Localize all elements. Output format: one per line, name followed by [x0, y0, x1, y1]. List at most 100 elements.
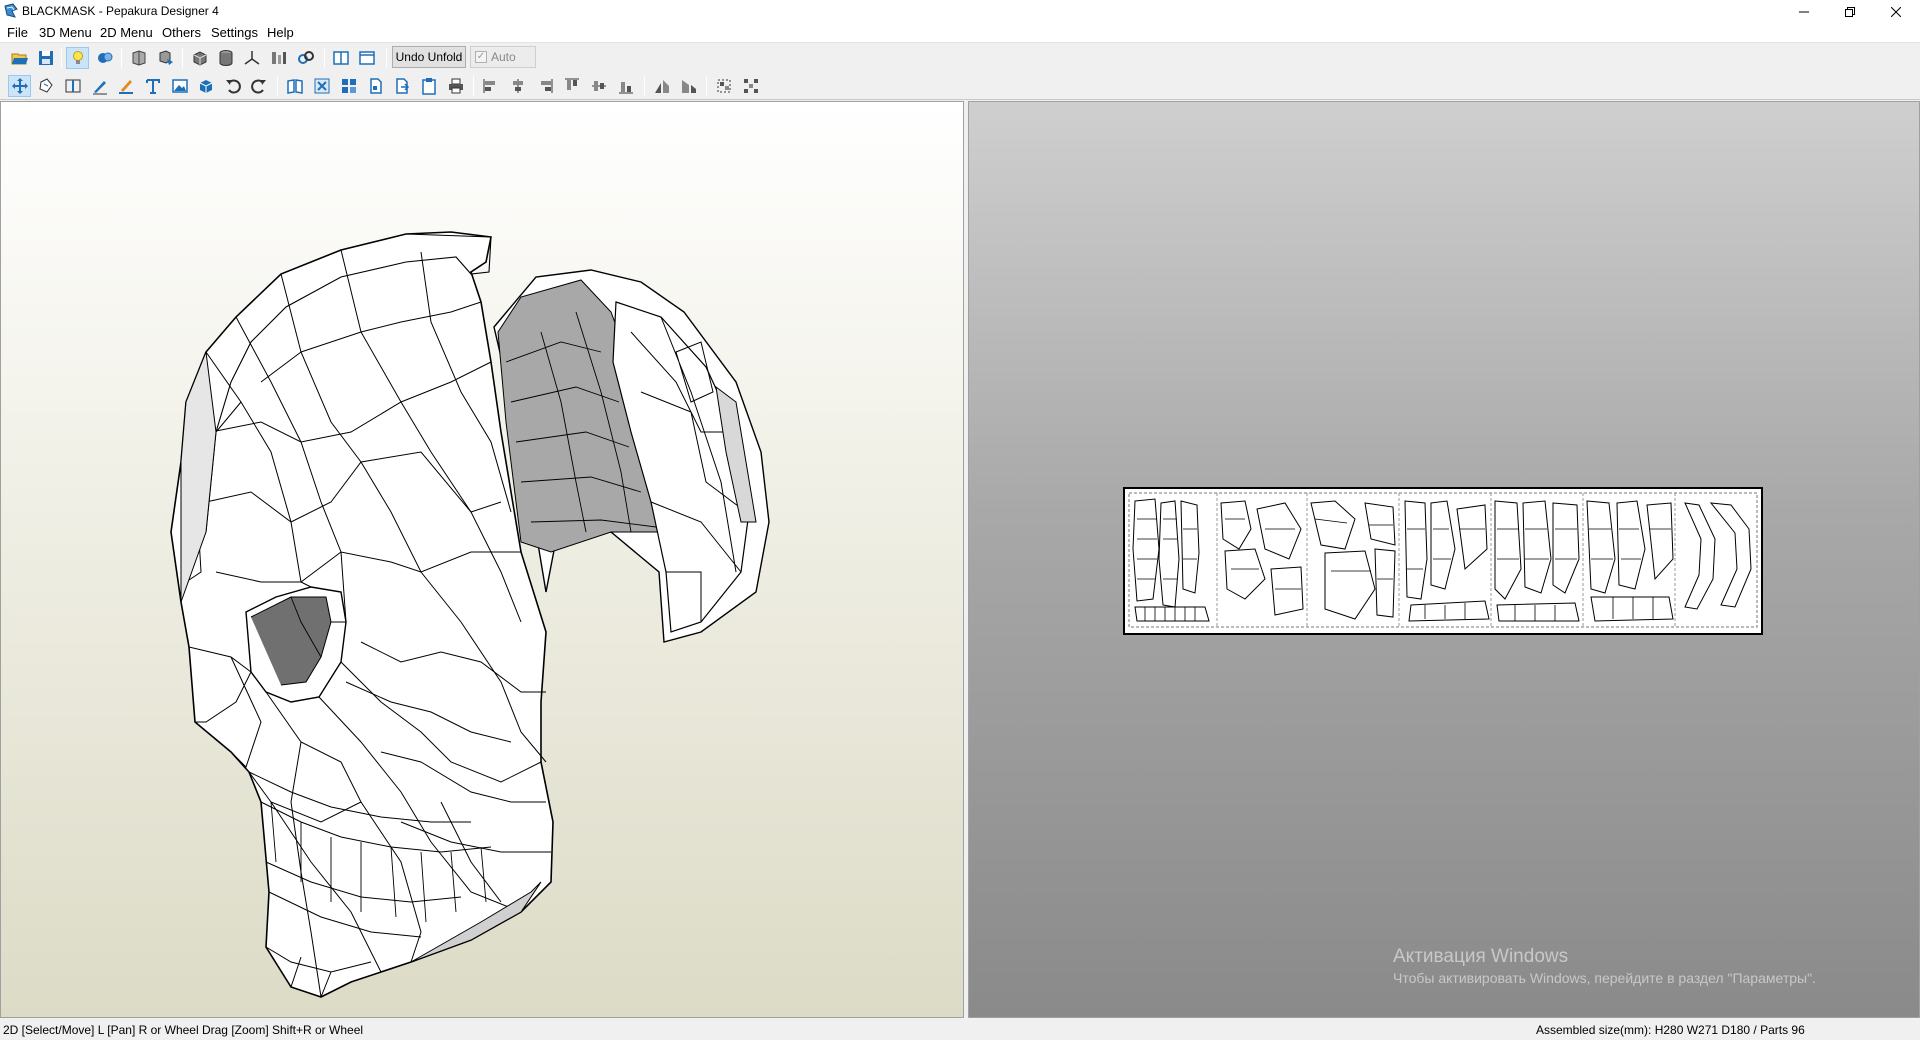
single-view-icon — [358, 51, 375, 65]
same-height-button[interactable] — [677, 75, 700, 97]
menu-2d[interactable]: 2D Menu — [100, 25, 153, 40]
align-center-v-button[interactable] — [587, 75, 610, 97]
export-button[interactable] — [390, 75, 413, 97]
page-setup-button[interactable] — [364, 75, 387, 97]
undo-unfold-button[interactable]: Undo Unfold — [392, 46, 466, 68]
print-button[interactable] — [444, 75, 467, 97]
clipboard-button[interactable] — [417, 75, 440, 97]
text-tool-button[interactable] — [141, 75, 164, 97]
close-button[interactable] — [1873, 0, 1919, 23]
unfold-button[interactable] — [127, 47, 150, 69]
auto-checkbox[interactable]: ✓ Auto — [470, 46, 536, 68]
image-icon — [171, 79, 188, 93]
open-book-button[interactable] — [283, 75, 306, 97]
restore-button[interactable] — [1827, 0, 1873, 23]
align-center-h-icon — [512, 79, 523, 93]
status-hint: 2D [Select/Move] L [Pan] R or Wheel Drag… — [3, 1023, 364, 1037]
texture-icon — [97, 52, 112, 63]
save-button[interactable] — [34, 47, 57, 69]
axis-button[interactable] — [240, 47, 263, 69]
status-assembled-size: Assembled size(mm): H280 W271 D180 / Par… — [1536, 1023, 1805, 1037]
minimize-button[interactable] — [1781, 0, 1827, 23]
rotate-part-button[interactable] — [34, 75, 57, 97]
page-icon — [369, 78, 382, 94]
cylinder-icon — [219, 50, 232, 66]
link-button[interactable] — [294, 47, 317, 69]
fold-line-button[interactable] — [88, 75, 111, 97]
flap-pencil-icon — [118, 80, 133, 94]
scale-icon — [271, 52, 286, 64]
menu-3d[interactable]: 3D Menu — [39, 25, 92, 40]
menu-others[interactable]: Others — [162, 25, 201, 40]
flap-button[interactable] — [114, 75, 137, 97]
align-bottom-icon — [618, 82, 633, 94]
book-icon — [286, 79, 303, 94]
layout-split-button[interactable] — [329, 47, 352, 69]
toolbar-main: Undo Unfold ✓ Auto — [0, 44, 1920, 72]
primitive-cube-button[interactable] — [188, 47, 211, 69]
align-left-icon — [483, 79, 495, 93]
box-icon — [199, 80, 212, 93]
align-bottom-button[interactable] — [614, 75, 637, 97]
layout-single-button[interactable] — [355, 47, 378, 69]
unfolded-paper-sheet[interactable] — [1123, 487, 1763, 635]
minimize-icon — [1799, 11, 1809, 12]
group-icon — [717, 79, 730, 93]
align-top-button[interactable] — [560, 75, 583, 97]
windows-activation-watermark: Активация Windows Чтобы активировать Win… — [1393, 946, 1816, 986]
export-icon — [395, 78, 409, 94]
same-width-icon — [654, 80, 669, 93]
menu-bar: File 3D Menu 2D Menu Others Settings Hel… — [0, 23, 1920, 43]
group-button[interactable] — [712, 75, 735, 97]
arrange-icon — [314, 78, 329, 94]
folder-open-icon — [11, 53, 28, 65]
text-icon — [145, 79, 160, 94]
undo-button[interactable] — [221, 75, 244, 97]
scale-button[interactable] — [267, 47, 290, 69]
watermark-title: Активация Windows — [1393, 946, 1569, 967]
light-toggle-button[interactable] — [66, 47, 89, 69]
ungroup-button[interactable] — [739, 75, 762, 97]
pencil-line-icon — [92, 81, 107, 95]
redo-button[interactable] — [247, 75, 270, 97]
restore-icon — [1845, 6, 1855, 17]
unfolded-parts-pattern — [1128, 492, 1758, 628]
align-left-button[interactable] — [479, 75, 502, 97]
grid-pages-icon — [341, 79, 356, 93]
link-icon — [297, 51, 314, 64]
join-edge-icon — [65, 79, 80, 93]
primitive-cylinder-button[interactable] — [214, 47, 237, 69]
close-icon — [1891, 6, 1901, 17]
join-edge-button[interactable] — [61, 75, 84, 97]
printer-icon — [448, 78, 463, 94]
page-layout-button[interactable] — [337, 75, 360, 97]
rotate-part-icon — [38, 78, 53, 93]
align-center-v-icon — [591, 81, 606, 91]
align-center-h-button[interactable] — [506, 75, 529, 97]
same-width-button[interactable] — [650, 75, 673, 97]
menu-file[interactable]: File — [7, 25, 28, 40]
status-bar: 2D [Select/Move] L [Pan] R or Wheel Drag… — [0, 1018, 1920, 1040]
3d-mask-model — [170, 231, 770, 998]
unfold-blue-button[interactable] — [154, 47, 177, 69]
save-icon — [38, 51, 53, 65]
window-title: BLACKMASK - Pepakura Designer 4 — [22, 4, 219, 18]
menu-settings[interactable]: Settings — [211, 25, 258, 40]
image-tool-button[interactable] — [168, 75, 191, 97]
axis-icon — [244, 51, 259, 65]
menu-help[interactable]: Help — [267, 25, 294, 40]
undo-icon — [225, 79, 241, 94]
align-right-icon — [540, 79, 552, 93]
3d-preview-button[interactable] — [194, 75, 217, 97]
lightbulb-icon — [72, 51, 83, 64]
cube-icon — [193, 51, 206, 66]
texture-button[interactable] — [93, 47, 116, 69]
title-bar: BLACKMASK - Pepakura Designer 4 — [0, 0, 1920, 23]
align-right-button[interactable] — [533, 75, 556, 97]
open-button[interactable] — [8, 47, 31, 69]
unfold-icon — [132, 50, 145, 66]
2d-view-panel[interactable]: Активация Windows Чтобы активировать Win… — [968, 101, 1920, 1018]
select-move-button[interactable] — [8, 75, 31, 97]
3d-view-panel[interactable] — [0, 101, 964, 1018]
arrange-parts-button[interactable] — [310, 75, 333, 97]
